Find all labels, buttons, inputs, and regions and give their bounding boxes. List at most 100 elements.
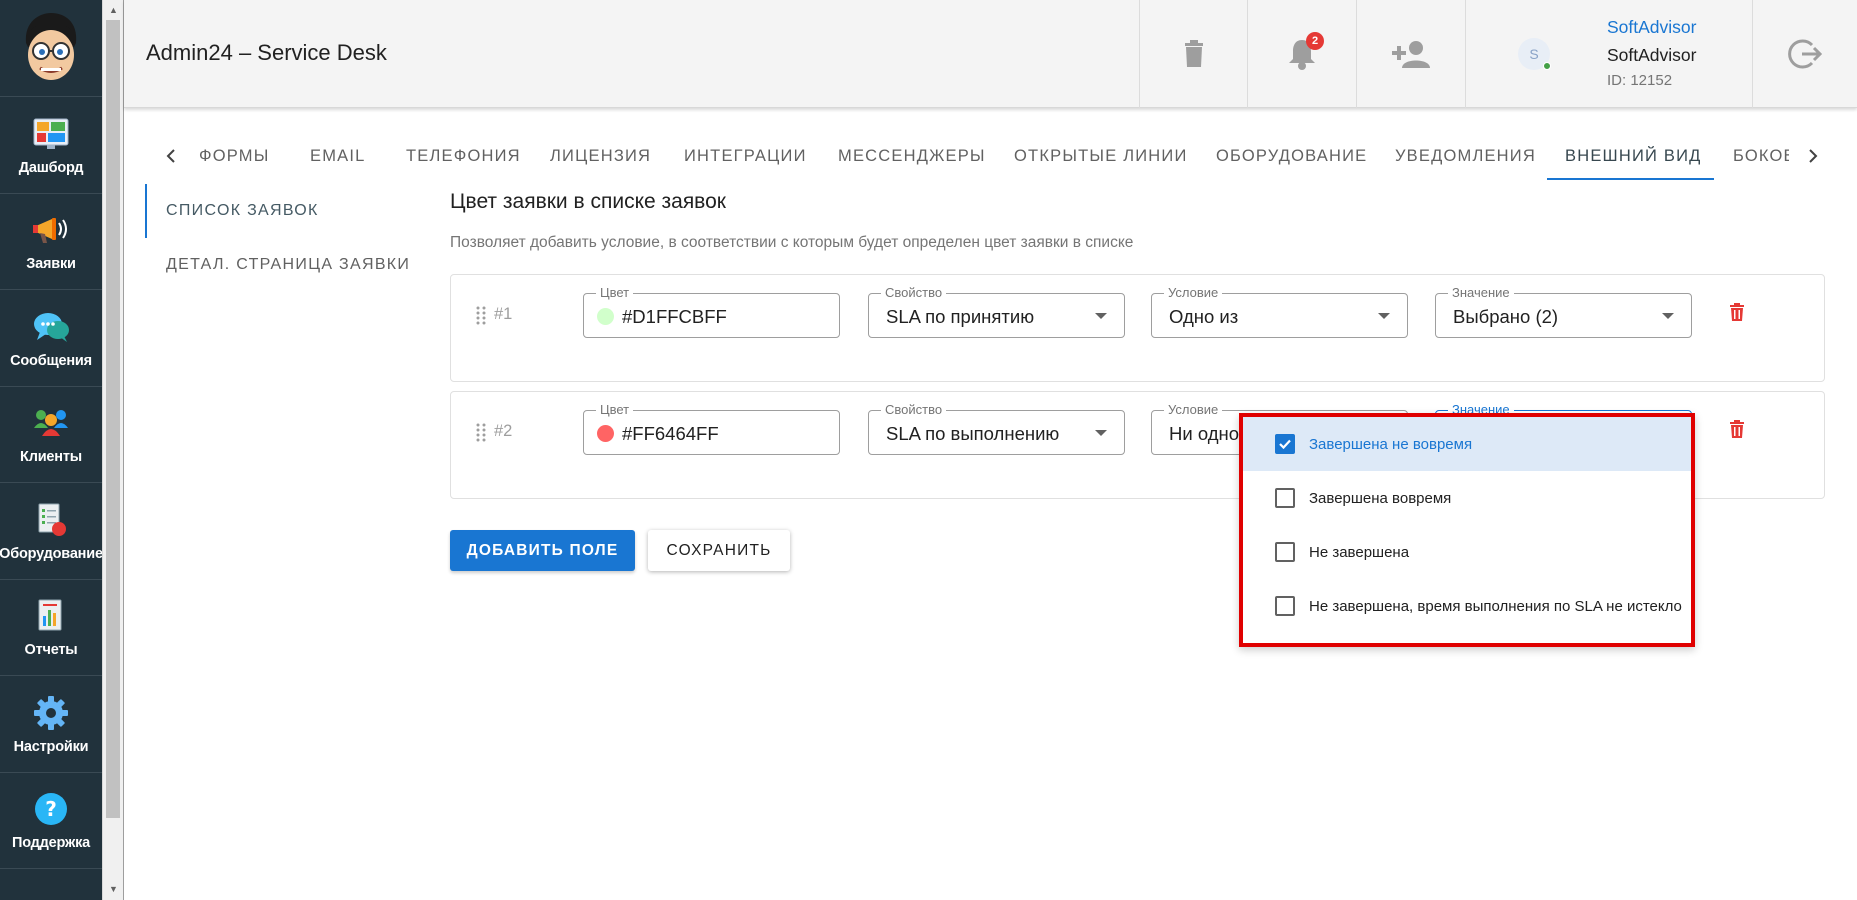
main-content: Цвет заявки в списке заявок Позволяет до… xyxy=(450,190,1825,252)
dropdown-caret-icon xyxy=(1662,313,1674,319)
delete-rule-icon[interactable] xyxy=(1729,420,1745,438)
nav-label: Дашборд xyxy=(18,159,84,176)
nav-equipment[interactable]: Оборудование xyxy=(0,483,103,580)
equipment-icon xyxy=(31,500,71,540)
add-field-button[interactable]: ДОБАВИТЬ ПОЛЕ xyxy=(450,530,635,571)
nav-tickets[interactable]: Заявки xyxy=(0,194,102,290)
value-select[interactable]: Значение Выбрано (2) xyxy=(1435,285,1692,338)
rule-number: #2 xyxy=(494,422,513,440)
nav-label: Оборудование xyxy=(0,545,103,562)
nav-clients[interactable]: Клиенты xyxy=(0,387,102,483)
avatar[interactable]: S xyxy=(1518,38,1551,70)
property-value: SLA по выполнению xyxy=(886,423,1060,444)
delete-rule-icon[interactable] xyxy=(1729,303,1745,321)
clients-icon xyxy=(31,403,71,443)
logout-button[interactable] xyxy=(1752,0,1857,108)
color-value: #D1FFCBFF xyxy=(622,306,727,327)
sidebar: Дашборд Заявки Сообщения Клиенты Оборудо… xyxy=(0,0,103,900)
condition-select[interactable]: Условие Одно из xyxy=(1151,285,1408,338)
dropdown-option[interactable]: Не завершена xyxy=(1243,525,1691,579)
megaphone-icon xyxy=(31,210,71,250)
logout-icon xyxy=(1788,39,1822,69)
sidebar-scrollbar[interactable]: ▲ ▼ xyxy=(102,0,123,900)
nav-label: Поддержка xyxy=(11,835,91,852)
drag-handle-icon[interactable] xyxy=(475,422,487,444)
field-label: Цвет xyxy=(596,402,634,417)
nav-label: Клиенты xyxy=(20,449,82,466)
tabs-scroll-left[interactable] xyxy=(159,142,183,170)
scroll-down-icon[interactable]: ▼ xyxy=(103,881,124,898)
color-swatch[interactable] xyxy=(597,425,614,442)
tab-open-lines[interactable]: ОТКРЫТЫЕ ЛИНИИ xyxy=(1014,132,1188,180)
trash-button[interactable] xyxy=(1139,0,1247,108)
option-label: Не завершена xyxy=(1309,543,1410,561)
tab-notifications[interactable]: УВЕДОМЛЕНИЯ xyxy=(1395,132,1536,180)
user-profile-link[interactable]: SoftAdvisor xyxy=(1607,17,1696,38)
field-label: Условие xyxy=(1164,285,1223,300)
nav-support[interactable]: ? Поддержка xyxy=(0,773,102,869)
user-name: SoftAdvisor xyxy=(1607,45,1697,65)
checkmark-icon xyxy=(1279,439,1291,450)
page-title: Цвет заявки в списке заявок xyxy=(450,190,726,213)
tab-telephony[interactable]: ТЕЛЕФОНИЯ xyxy=(406,132,521,180)
nav-label: Отчеты xyxy=(24,642,78,659)
active-tab-indicator xyxy=(1547,178,1714,180)
drag-handle-icon[interactable] xyxy=(475,305,487,327)
trash-icon xyxy=(1184,40,1203,67)
tab-email[interactable]: EMAIL xyxy=(310,132,366,180)
chevron-right-icon xyxy=(1809,149,1818,163)
nav-messages[interactable]: Сообщения xyxy=(0,290,102,387)
color-swatch[interactable] xyxy=(597,308,614,325)
tab-side-menu[interactable]: БОКОВОЕ МЕНЮ xyxy=(1733,132,1789,180)
settings-tabs: ФОРМЫ EMAIL ТЕЛЕФОНИЯ ЛИЦЕНЗИЯ ИНТЕГРАЦИ… xyxy=(124,132,1857,180)
nav-reports[interactable]: Отчеты xyxy=(0,580,102,676)
online-status-dot xyxy=(1543,62,1551,70)
logo[interactable] xyxy=(0,0,102,97)
checkbox[interactable] xyxy=(1275,488,1295,508)
dropdown-caret-icon xyxy=(1095,313,1107,319)
condition-value: Одно из xyxy=(1169,306,1239,327)
condition-value: Ни одно xyxy=(1169,423,1240,444)
user-id: ID: 12152 xyxy=(1607,72,1673,89)
property-value: SLA по принятию xyxy=(886,306,1035,327)
tab-license[interactable]: ЛИЦЕНЗИЯ xyxy=(550,132,651,180)
gear-icon xyxy=(31,693,71,733)
save-button[interactable]: СОХРАНИТЬ xyxy=(648,530,790,571)
rule-number: #1 xyxy=(494,305,513,323)
option-label: Завершена не вовремя xyxy=(1309,435,1473,453)
notifications-button[interactable]: 2 xyxy=(1247,0,1355,108)
checkbox[interactable] xyxy=(1275,542,1295,562)
tab-forms[interactable]: ФОРМЫ xyxy=(199,132,270,180)
tabs-scroll-right[interactable] xyxy=(1801,142,1825,170)
value-options-dropdown: Завершена не вовремя Завершена вовремя Н… xyxy=(1239,413,1695,647)
dropdown-option[interactable]: Не завершена, время выполнения по SLA не… xyxy=(1243,579,1691,633)
tab-equipment[interactable]: ОБОРУДОВАНИЕ xyxy=(1216,132,1367,180)
subnav-ticket-list[interactable]: СПИСОК ЗАЯВОК xyxy=(145,184,425,238)
add-user-button[interactable] xyxy=(1356,0,1464,108)
dropdown-option[interactable]: Завершена не вовремя xyxy=(1243,417,1691,471)
user-panel[interactable]: S SoftAdvisor SoftAdvisor ID: 12152 xyxy=(1465,0,1752,108)
field-label: Свойство xyxy=(881,285,947,300)
page-description: Позволяет добавить условие, в соответств… xyxy=(450,234,1134,251)
scroll-up-icon[interactable]: ▲ xyxy=(103,2,124,19)
tab-integrations[interactable]: ИНТЕГРАЦИИ xyxy=(684,132,807,180)
dropdown-option[interactable]: Завершена вовремя xyxy=(1243,471,1691,525)
color-field[interactable]: Цвет #D1FFCBFF xyxy=(583,285,840,338)
color-field[interactable]: Цвет #FF6464FF xyxy=(583,402,840,455)
property-select[interactable]: Свойство SLA по выполнению xyxy=(868,402,1125,455)
nav-dashboard[interactable]: Дашборд xyxy=(0,97,102,194)
tab-appearance[interactable]: ВНЕШНИЙ ВИД xyxy=(1565,132,1702,180)
avatar-letter: S xyxy=(1529,46,1539,62)
chevron-left-icon xyxy=(166,149,175,163)
nav-settings[interactable]: Настройки xyxy=(0,676,102,773)
dropdown-caret-icon xyxy=(1378,313,1390,319)
checkbox[interactable] xyxy=(1275,596,1295,616)
subnav-ticket-detail[interactable]: ДЕТАЛ. СТРАНИЦА ЗАЯВКИ xyxy=(145,238,425,292)
nav-label: Заявки xyxy=(26,256,76,273)
scrollbar-thumb[interactable] xyxy=(106,20,120,818)
checkbox-checked[interactable] xyxy=(1275,434,1295,454)
nav-label: Сообщения xyxy=(10,352,92,369)
app-title: Admin24 – Service Desk xyxy=(146,40,387,65)
tab-messengers[interactable]: МЕССЕНДЖЕРЫ xyxy=(838,132,986,180)
property-select[interactable]: Свойство SLA по принятию xyxy=(868,285,1125,338)
